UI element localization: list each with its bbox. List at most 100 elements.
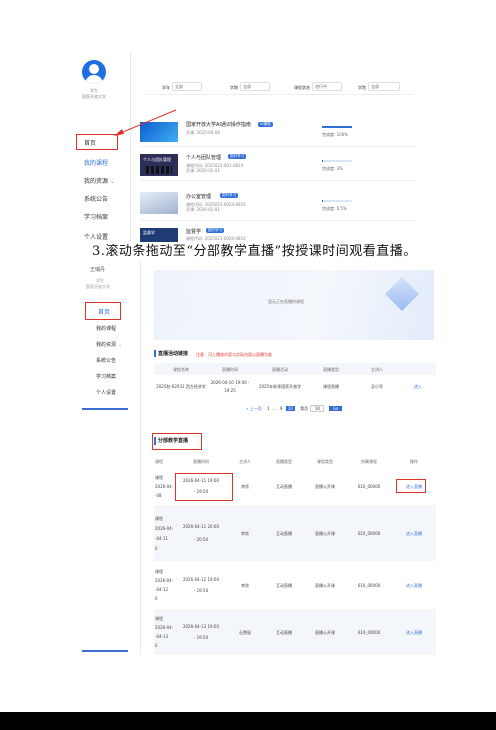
cell-course: 课程 2026-04- -04-12 0 — [155, 569, 174, 601]
enter-live-link[interactable]: 进入直播 — [392, 505, 436, 561]
cell-activity: 2025年秋季国家开放学 — [258, 383, 302, 389]
cell-course-type: 直播公开课 — [315, 483, 335, 489]
nav-my-courses[interactable]: 我的课程 — [96, 326, 116, 332]
table-row: 课程 2026-04- -04-13 0 2026-04-13 19:00- 19:5… — [154, 609, 436, 655]
course-title[interactable]: 办公室管理 — [186, 194, 211, 200]
highlight-time — [175, 473, 233, 501]
cell-course-type: 直播公开课 — [315, 530, 335, 536]
nav-learning-archive[interactable]: 学习档案 — [84, 214, 108, 221]
prev-page-link[interactable]: « 上一页 — [246, 406, 262, 411]
highlight-branch-title — [152, 433, 202, 450]
user-name: 王瑞丹 — [90, 267, 106, 273]
sidebar-scroll-marker — [82, 408, 128, 410]
cell-code: 610_00000 — [357, 582, 381, 588]
course-start: 开课: 2026-02-01 — [186, 168, 220, 173]
table-row: 课程 2026-04- -04-12 0 2026-04-12 19:00- 19:5… — [154, 561, 436, 609]
filter-term-select[interactable]: 全部 — [240, 82, 270, 91]
cell-type: 互动直播 — [276, 629, 292, 635]
nav-settings[interactable]: 个人设置 — [84, 234, 108, 241]
col-activity: 直播活动 — [272, 366, 288, 372]
live-section-title: 直播活动链接 — [158, 351, 189, 357]
bottom-bar — [0, 712, 496, 730]
cell-course: 2025秋-02031 西方经济学 — [156, 383, 206, 389]
cell-type: 互动直播 — [276, 483, 292, 489]
cell-code: 610_00000 — [357, 629, 381, 635]
course-title[interactable]: 国家开放大学AI通识操作指南 — [186, 122, 251, 128]
nav-settings[interactable]: 个人设置 — [96, 390, 116, 396]
go-button[interactable]: Go — [328, 406, 343, 411]
cell-teacher: 吴小军 — [371, 383, 383, 389]
course-code: 课程代码: 2025021-0029-0810 — [186, 236, 246, 241]
screenshot-live-page: 王瑞丹 学生 国家开放大学 首页 我的课程 我的资源 ⌄ 系统公告 学习档案 个人… — [72, 262, 436, 655]
avatar[interactable] — [82, 60, 106, 84]
pagination: « 上一页 1 ... 9 10 第页 10 Go — [246, 405, 343, 413]
chevron-down-icon: ⌄ — [110, 178, 116, 185]
enter-live-link[interactable]: 进入直播 — [392, 561, 436, 609]
nav-my-resources[interactable]: 我的资源 ⌄ — [96, 342, 122, 348]
progress-bar — [322, 200, 352, 202]
chevron-down-icon: ⌄ — [118, 342, 123, 348]
progress-bar — [322, 126, 352, 128]
cell-teacher: 石雪丽 — [239, 629, 251, 635]
course-row[interactable]: 国家开放大学AI通识操作指南 AI课程 开课: 2025-04-08 完成度: … — [140, 116, 416, 147]
page-link[interactable]: 9 — [280, 406, 283, 411]
cell-time: 2026-04-13 19:00- 19:50 — [182, 624, 220, 640]
progress-fill — [322, 126, 352, 128]
col-type: 直播类型 — [323, 366, 339, 372]
col-course: 课程 — [155, 458, 163, 464]
col-teacher: 主讲人 — [371, 366, 383, 372]
cell-time: 2026-04-11 20:00- 20:50 — [182, 524, 220, 542]
cell-time: 2026-04-12 19:00- 19:50 — [182, 577, 220, 593]
banner-text: 暂无正在直播的课程 — [268, 299, 304, 304]
current-page[interactable]: 10 — [285, 406, 295, 411]
filter-status-select[interactable]: 进行中 — [312, 82, 342, 91]
col-belonging: 所属课程 — [361, 458, 377, 464]
user-school: 国家开放大学 — [82, 94, 106, 99]
col-course-type: 课程类型 — [317, 458, 333, 464]
course-start: 开课: 2026-02-01 — [186, 207, 220, 212]
enter-live-link[interactable]: 进入直播 — [392, 609, 436, 655]
user-role: 学生 — [96, 278, 104, 283]
page-link[interactable]: 1 — [267, 406, 270, 411]
cell-teacher: 李欣 — [241, 582, 249, 588]
course-tag: 国开学习 — [220, 193, 239, 198]
course-thumbnail: 个人与团队管理 — [140, 154, 178, 176]
course-row[interactable]: 监督学 监督学 国开学习 课程代码: 2025021-0029-0810 — [140, 226, 416, 242]
course-tag: 国开学习 — [228, 154, 247, 159]
col-time: 直播时间 — [193, 458, 209, 464]
course-thumbnail — [140, 192, 178, 214]
user-school: 国家开放大学 — [86, 284, 110, 289]
highlight-enter-live — [396, 479, 426, 493]
course-thumbnail: 监督学 — [140, 228, 178, 242]
filter-bar: 学年 全部 学期 全部 课程状态 进行中 学院 全部 — [144, 82, 414, 95]
filter-college-select[interactable]: 全部 — [368, 82, 400, 91]
col-action: 操作 — [410, 458, 418, 464]
instruction-text: 3.滚动条拖动至“分部教学直播”按授课时间观看直播。 — [92, 244, 417, 259]
section-accent — [154, 350, 156, 357]
nav-announcements[interactable]: 系统公告 — [96, 358, 116, 364]
page-ellipsis: ... — [272, 406, 277, 411]
course-row[interactable]: 个人与团队管理 个人与团队管理 国开学习 课程代码: 2025021-001-0… — [140, 150, 416, 181]
filter-label-college: 学院 — [358, 85, 366, 90]
col-course: 课程名称 — [173, 366, 189, 372]
cell-type: 课程直播 — [323, 383, 339, 389]
live-table: 课程名称 直播时间 直播活动 直播类型 主讲人 2025秋-02031 西方经济… — [154, 363, 436, 397]
nav-announcements[interactable]: 系统公告 — [84, 196, 108, 203]
progress-label: 完成度: 100% — [322, 132, 349, 137]
enter-link[interactable]: 进入 — [400, 375, 436, 397]
red-arrow — [114, 109, 177, 136]
filter-year-select[interactable]: 全部 — [172, 82, 202, 91]
nav-my-resources[interactable]: 我的资源 ⌄ — [84, 178, 115, 185]
cell-type: 互动直播 — [276, 582, 292, 588]
nav-learning-archive[interactable]: 学习档案 — [96, 374, 116, 380]
col-type: 直播类型 — [276, 458, 292, 464]
course-row[interactable]: 办公室管理 国开学习 课程代码: 2025021-0024-0810 开课: 2… — [140, 190, 416, 221]
course-tag: AI课程 — [258, 122, 273, 127]
filter-label-status: 课程状态 — [294, 85, 310, 90]
course-title[interactable]: 个人与团队管理 — [186, 155, 221, 161]
nav-my-courses[interactable]: 我的课程 — [84, 160, 108, 167]
goto-input[interactable]: 10 — [310, 405, 325, 412]
course-title[interactable]: 监督学 — [186, 229, 201, 235]
progress-fill — [322, 160, 323, 162]
sidebar: 王瑞丹 学生 国家开放大学 首页 我的课程 我的资源 ⌄ 系统公告 学习档案 个人… — [72, 262, 141, 654]
